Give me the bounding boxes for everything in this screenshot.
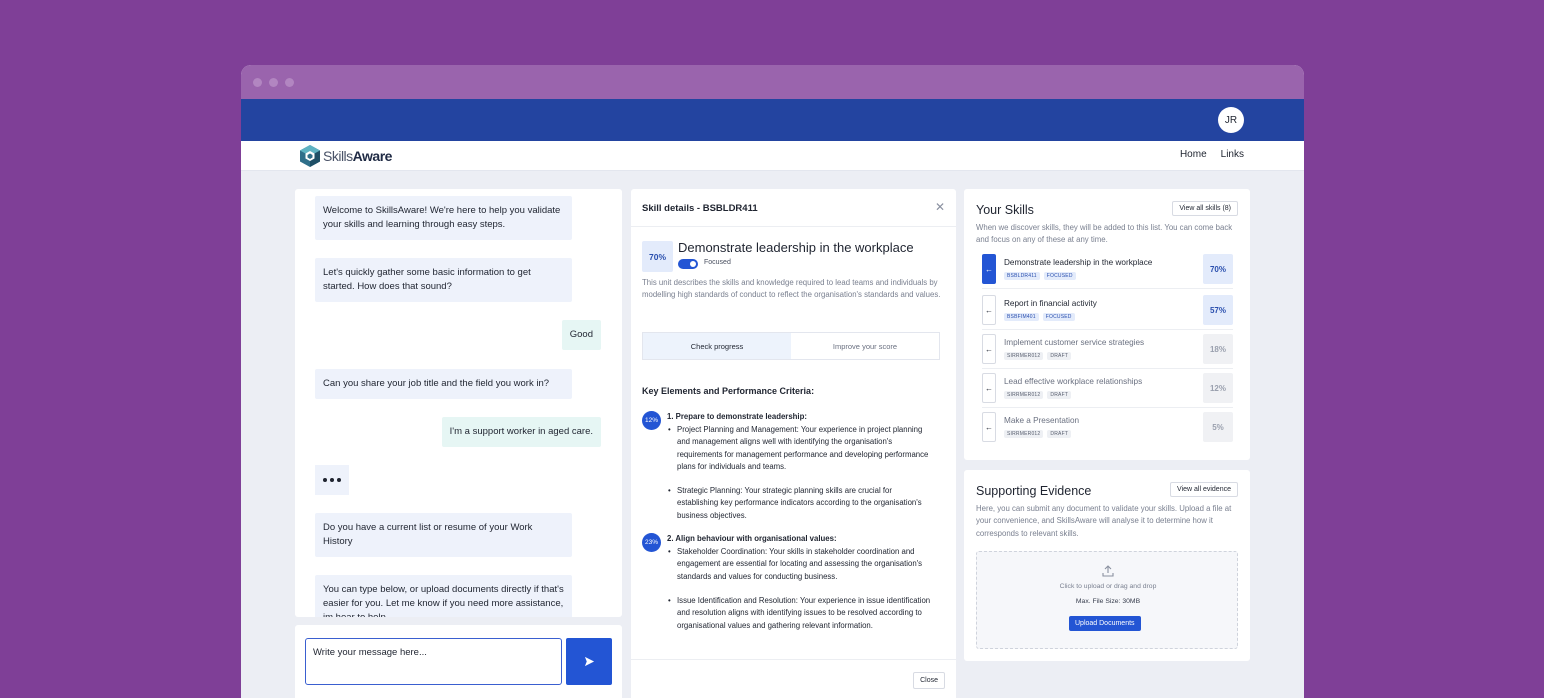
skill-status-badge: DRAFT xyxy=(1047,391,1072,399)
tab-check-progress[interactable]: Check progress xyxy=(643,333,791,359)
browser-window: JR SkillsAware Home Links Welcome to Ski… xyxy=(241,65,1304,698)
skill-item-name: Implement customer service strategies xyxy=(1004,338,1145,347)
main-navbar: SkillsAware Home Links xyxy=(241,141,1304,171)
skill-tabs: Check progress Improve your score xyxy=(642,332,940,360)
file-drop-zone[interactable]: Click to upload or drag and drop Max. Fi… xyxy=(976,551,1238,649)
close-button[interactable]: Close xyxy=(913,672,945,689)
criteria-title: 2. Align behaviour with organisational v… xyxy=(667,534,837,543)
skill-item-name: Demonstrate leadership in the workplace xyxy=(1004,258,1153,267)
skill-details-footer: Close xyxy=(631,659,956,698)
evidence-title: Supporting Evidence xyxy=(976,484,1092,498)
chat-message-bot: You can type below, or upload documents … xyxy=(315,575,572,617)
logo-cube-icon xyxy=(300,145,320,167)
skill-code-badge: BSBFIM401 xyxy=(1004,313,1039,321)
window-close-dot[interactable] xyxy=(253,77,262,87)
arrow-left-icon[interactable]: ← xyxy=(982,295,996,325)
skill-description: This unit describes the skills and knowl… xyxy=(642,278,941,300)
skillsaware-logo[interactable]: SkillsAware xyxy=(299,144,392,168)
top-app-bar: JR xyxy=(241,99,1304,141)
chat-message-bot: Welcome to SkillsAware! We're here to he… xyxy=(315,196,572,240)
your-skills-description: When we discover skills, they will be ad… xyxy=(976,223,1233,245)
logo-wordmark: SkillsAware xyxy=(323,148,392,164)
send-button[interactable] xyxy=(566,638,612,685)
skill-status-badge: FOCUSED xyxy=(1042,313,1075,321)
skill-item-name: Make a Presentation xyxy=(1004,416,1080,425)
skill-item-name: Report in financial activity xyxy=(1004,299,1097,308)
skill-item-badges: SIRRMER012 DRAFT xyxy=(1004,430,1072,438)
skill-score-badge: 70% xyxy=(642,241,673,272)
arrow-left-icon[interactable]: ← xyxy=(982,254,996,284)
nav-links-link[interactable]: Links xyxy=(1221,149,1244,160)
window-maximize-dot[interactable] xyxy=(285,77,294,87)
criteria-item: Issue Identification and Resolution: You… xyxy=(667,595,934,632)
skill-list-item[interactable]: ← Implement customer service strategies … xyxy=(982,331,1233,369)
chat-message-user: Good xyxy=(561,320,601,350)
arrow-left-icon[interactable]: ← xyxy=(982,334,996,364)
skill-list-item[interactable]: ← Report in financial activity BSBFIM401… xyxy=(982,292,1233,330)
typing-indicator xyxy=(315,465,349,495)
send-icon xyxy=(584,656,594,667)
chat-composer: Write your message here... xyxy=(295,625,622,698)
your-skills-panel: Your Skills View all skills (8) When we … xyxy=(964,189,1250,460)
skill-status-badge: DRAFT xyxy=(1047,430,1072,438)
criteria-score-badge: 23% xyxy=(642,533,661,552)
arrow-left-icon[interactable]: ← xyxy=(982,373,996,403)
chat-message-input[interactable]: Write your message here... xyxy=(305,638,562,685)
arrow-left-icon[interactable]: ← xyxy=(982,412,996,442)
skill-item-badges: BSBLDR411 FOCUSED xyxy=(1004,272,1076,280)
skill-list-item[interactable]: ← Make a Presentation SIRRMER012 DRAFT 5… xyxy=(982,409,1233,447)
user-avatar[interactable]: JR xyxy=(1218,107,1244,133)
skill-status-badge: DRAFT xyxy=(1047,352,1072,360)
skill-score: 70% xyxy=(1203,254,1233,284)
upload-documents-button[interactable]: Upload Documents xyxy=(1069,616,1141,631)
focused-toggle-label: Focused xyxy=(704,259,731,266)
chat-panel: Welcome to SkillsAware! We're here to he… xyxy=(295,189,622,617)
chat-message-bot: Can you share your job title and the fie… xyxy=(315,369,572,399)
criteria-score-badge: 12% xyxy=(642,411,661,430)
chat-message-user: I'm a support worker in aged care. xyxy=(441,417,601,447)
drop-instructions: Click to upload or drag and drop xyxy=(1059,583,1157,590)
skill-code-badge: SIRRMER012 xyxy=(1004,391,1044,399)
skill-item-badges: SIRRMER012 DRAFT xyxy=(1004,391,1072,399)
skill-list-item[interactable]: ← Lead effective workplace relationships… xyxy=(982,370,1233,408)
chat-message-bot: Let's quickly gather some basic informat… xyxy=(315,258,572,302)
skill-details-header: Skill details - BSBLDR411 ✕ xyxy=(631,189,956,227)
skill-score: 5% xyxy=(1203,412,1233,442)
upload-icon xyxy=(1102,565,1114,577)
skill-item-badges: BSBFIM401 FOCUSED xyxy=(1004,313,1075,321)
skill-code-badge: SIRRMER012 xyxy=(1004,430,1044,438)
skill-score: 18% xyxy=(1203,334,1233,364)
window-titlebar xyxy=(241,65,1304,99)
criteria-item: Project Planning and Management: Your ex… xyxy=(667,424,934,473)
close-icon[interactable]: ✕ xyxy=(935,200,945,214)
window-minimize-dot[interactable] xyxy=(269,77,278,87)
evidence-description: Here, you can submit any document to val… xyxy=(976,504,1232,538)
chat-message-bot: Do you have a current list or resume of … xyxy=(315,513,572,557)
max-file-size: Max. File Size: 30MB xyxy=(1075,598,1141,605)
skill-details-title: Skill details - BSBLDR411 xyxy=(642,203,758,214)
supporting-evidence-panel: Supporting Evidence View all evidence He… xyxy=(964,470,1250,661)
skill-name: Demonstrate leadership in the workplace xyxy=(678,240,914,255)
skill-score: 57% xyxy=(1203,295,1233,325)
skill-status-badge: FOCUSED xyxy=(1043,272,1076,280)
skill-item-name: Lead effective workplace relationships xyxy=(1004,377,1143,386)
skill-code-badge: BSBLDR411 xyxy=(1004,272,1040,280)
nav-links: Home Links xyxy=(1180,149,1244,160)
focused-toggle[interactable] xyxy=(678,259,698,269)
your-skills-title: Your Skills xyxy=(976,203,1034,217)
nav-home-link[interactable]: Home xyxy=(1180,149,1207,160)
view-all-evidence-button[interactable]: View all evidence xyxy=(1170,482,1238,497)
criteria-title: 1. Prepare to demonstrate leadership: xyxy=(667,412,807,421)
criteria-item: Strategic Planning: Your strategic plann… xyxy=(667,485,934,522)
skill-code-badge: SIRRMER012 xyxy=(1004,352,1044,360)
skill-item-badges: SIRRMER012 DRAFT xyxy=(1004,352,1072,360)
skill-details-panel: Skill details - BSBLDR411 ✕ 70% Demonstr… xyxy=(631,189,956,698)
skill-list-item[interactable]: ← Demonstrate leadership in the workplac… xyxy=(982,251,1233,289)
criteria-item: Stakeholder Coordination: Your skills in… xyxy=(667,546,934,583)
criteria-heading: Key Elements and Performance Criteria: xyxy=(642,386,815,396)
tab-improve-score[interactable]: Improve your score xyxy=(791,333,939,359)
view-all-skills-button[interactable]: View all skills (8) xyxy=(1172,201,1238,216)
skill-score: 12% xyxy=(1203,373,1233,403)
